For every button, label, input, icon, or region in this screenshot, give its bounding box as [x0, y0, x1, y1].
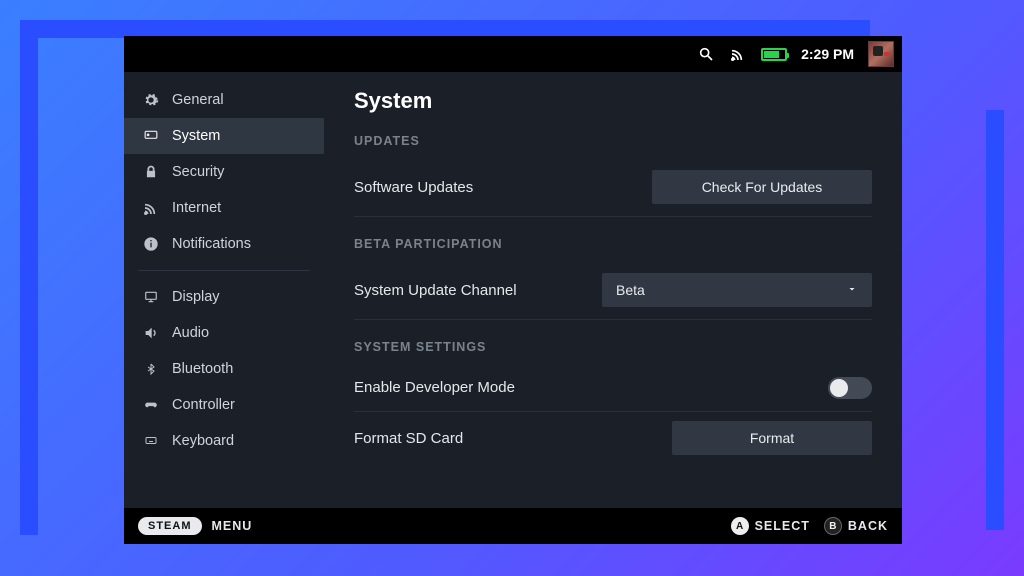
- a-button-icon: A: [731, 517, 749, 535]
- settings-window: 2:29 PM General System Security Internet: [124, 36, 902, 544]
- menu-label: MENU: [212, 519, 253, 533]
- audio-icon: [142, 324, 160, 342]
- sidebar-item-label: Notifications: [172, 236, 251, 252]
- b-button-icon: B: [824, 517, 842, 535]
- b-button-hint: B BACK: [824, 517, 888, 535]
- keyboard-icon: [142, 432, 160, 450]
- page-title: System: [354, 88, 872, 114]
- chevron-down-icon: [846, 282, 858, 298]
- update-channel-select[interactable]: Beta: [602, 273, 872, 307]
- sidebar-item-security[interactable]: Security: [124, 154, 324, 190]
- device-icon: [142, 127, 160, 145]
- battery-icon: [761, 48, 787, 61]
- sidebar-item-label: Controller: [172, 397, 235, 413]
- sidebar-item-bluetooth[interactable]: Bluetooth: [124, 351, 324, 387]
- update-channel-value: Beta: [616, 282, 645, 298]
- sidebar-item-audio[interactable]: Audio: [124, 315, 324, 351]
- sidebar-item-label: Bluetooth: [172, 361, 233, 377]
- software-updates-label: Software Updates: [354, 179, 473, 196]
- check-updates-button[interactable]: Check For Updates: [652, 170, 872, 204]
- footer-left: STEAM MENU: [138, 517, 252, 535]
- sidebar-item-label: General: [172, 92, 224, 108]
- footer-right: A SELECT B BACK: [731, 517, 888, 535]
- display-icon: [142, 288, 160, 306]
- sidebar: General System Security Internet Notific…: [124, 72, 324, 508]
- bluetooth-icon: [142, 360, 160, 378]
- avatar[interactable]: [868, 41, 894, 67]
- sidebar-item-label: Keyboard: [172, 433, 234, 449]
- status-bar: 2:29 PM: [124, 36, 902, 72]
- b-button-label: BACK: [848, 519, 888, 533]
- clock: 2:29 PM: [801, 46, 854, 62]
- lock-icon: [142, 163, 160, 181]
- row-format-sd: Format SD Card Format: [354, 412, 872, 456]
- format-sd-label: Format SD Card: [354, 430, 463, 447]
- a-button-hint: A SELECT: [731, 517, 810, 535]
- sidebar-item-system[interactable]: System: [124, 118, 324, 154]
- sidebar-item-notifications[interactable]: Notifications: [124, 226, 324, 262]
- dev-mode-toggle[interactable]: [828, 377, 872, 399]
- footer-bar: STEAM MENU A SELECT B BACK: [124, 508, 902, 544]
- info-icon: [142, 235, 160, 253]
- sidebar-item-label: Display: [172, 289, 220, 305]
- sidebar-item-label: Internet: [172, 200, 221, 216]
- sidebar-item-label: Security: [172, 164, 224, 180]
- sidebar-item-keyboard[interactable]: Keyboard: [124, 423, 324, 459]
- row-software-updates: Software Updates Check For Updates: [354, 162, 872, 217]
- sidebar-separator: [138, 270, 310, 271]
- controller-icon: [142, 396, 160, 414]
- settings-body: General System Security Internet Notific…: [124, 72, 902, 508]
- sidebar-item-display[interactable]: Display: [124, 279, 324, 315]
- section-head-system-settings: SYSTEM SETTINGS: [354, 340, 872, 354]
- sidebar-item-internet[interactable]: Internet: [124, 190, 324, 226]
- sidebar-item-label: System: [172, 128, 220, 144]
- search-icon[interactable]: [697, 45, 715, 63]
- row-update-channel: System Update Channel Beta: [354, 265, 872, 320]
- sidebar-item-controller[interactable]: Controller: [124, 387, 324, 423]
- update-channel-label: System Update Channel: [354, 282, 517, 299]
- format-sd-button[interactable]: Format: [672, 421, 872, 455]
- steam-button[interactable]: STEAM: [138, 517, 202, 535]
- main-content: System UPDATES Software Updates Check Fo…: [324, 72, 902, 508]
- sidebar-item-general[interactable]: General: [124, 82, 324, 118]
- background-accent-right: [986, 110, 1004, 530]
- gear-icon: [142, 91, 160, 109]
- section-head-beta: BETA PARTICIPATION: [354, 237, 872, 251]
- wifi-icon: [142, 199, 160, 217]
- dev-mode-label: Enable Developer Mode: [354, 379, 515, 396]
- a-button-label: SELECT: [755, 519, 810, 533]
- section-head-updates: UPDATES: [354, 134, 872, 148]
- row-dev-mode: Enable Developer Mode: [354, 368, 872, 412]
- cast-icon[interactable]: [729, 45, 747, 63]
- sidebar-item-label: Audio: [172, 325, 209, 341]
